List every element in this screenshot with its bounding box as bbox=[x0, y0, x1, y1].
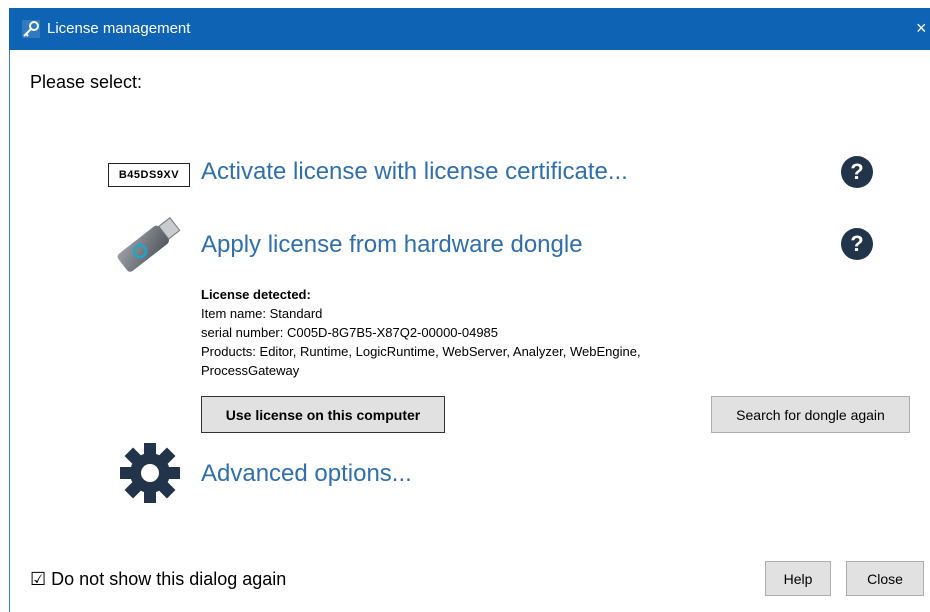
close-icon[interactable]: × bbox=[916, 18, 930, 39]
title-bar: License management × bbox=[9, 8, 930, 50]
apply-dongle-link[interactable]: Apply license from hardware dongle bbox=[201, 231, 583, 259]
item-name: Item name: Standard bbox=[201, 306, 323, 321]
search-dongle-button[interactable]: Search for dongle again bbox=[711, 396, 910, 433]
usb-dongle-icon bbox=[108, 210, 188, 280]
use-license-button[interactable]: Use license on this computer bbox=[201, 396, 445, 433]
products-continued: ProcessGateway bbox=[201, 363, 300, 378]
question-icon[interactable]: ? bbox=[841, 156, 873, 188]
close-button[interactable]: Close bbox=[846, 561, 924, 596]
question-icon[interactable]: ? bbox=[841, 228, 873, 260]
window-title: License management bbox=[47, 20, 191, 37]
gear-icon bbox=[119, 442, 181, 504]
checkbox-label: Do not show this dialog again bbox=[51, 569, 287, 589]
certificate-badge-icon: B45DS9XV bbox=[108, 163, 190, 187]
license-heading: License detected: bbox=[201, 287, 311, 302]
key-icon bbox=[21, 19, 41, 39]
help-button[interactable]: Help bbox=[765, 561, 831, 596]
select-prompt: Please select: bbox=[30, 72, 143, 92]
serial-number: serial number: C005D-8G7B5-X87Q2-00000-0… bbox=[201, 325, 499, 340]
checkbox-mark[interactable]: ☑ bbox=[30, 569, 46, 589]
license-info: License detected: Item name: Standard se… bbox=[201, 285, 641, 380]
advanced-options-link[interactable]: Advanced options... bbox=[201, 460, 412, 488]
dont-show-checkbox[interactable]: ☑ Do not show this dialog again bbox=[30, 569, 286, 590]
window-border bbox=[9, 50, 10, 612]
activate-certificate-link[interactable]: Activate license with license certificat… bbox=[201, 158, 628, 186]
products: Products: Editor, Runtime, LogicRuntime,… bbox=[201, 344, 641, 359]
